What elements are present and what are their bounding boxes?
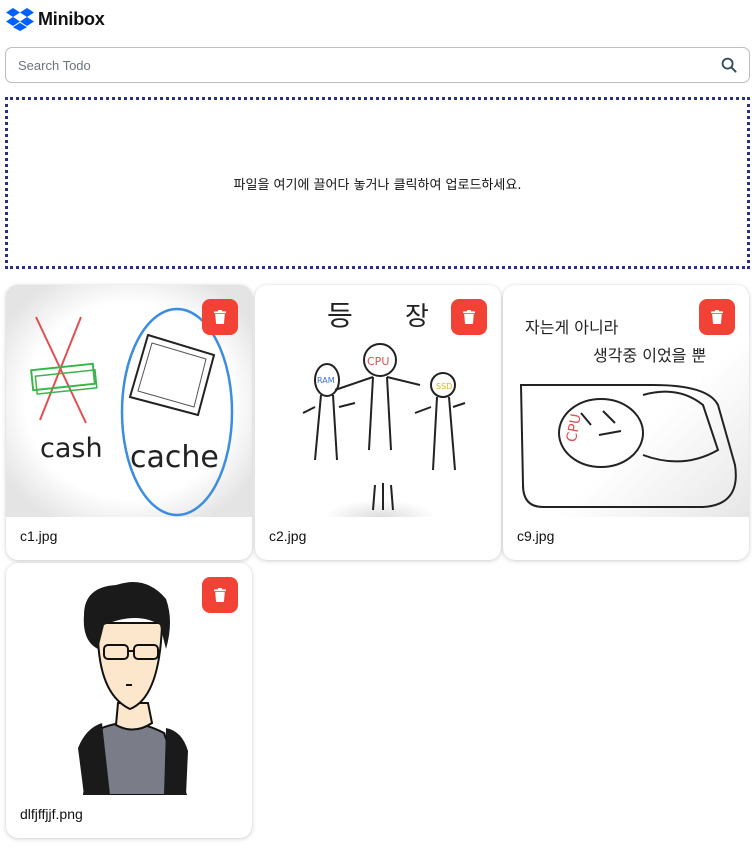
thumbnail-label: cache: [130, 440, 219, 475]
file-dropzone[interactable]: 파일을 여기에 끌어다 놓거나 클릭하여 업로드하세요.: [5, 97, 750, 269]
thumbnail-label: 자는게 아니라: [525, 318, 619, 337]
file-name: c9.jpg: [517, 528, 555, 544]
delete-button[interactable]: [202, 299, 238, 335]
thumbnail-label: CPU: [367, 355, 389, 368]
file-card[interactable]: cash cache c1.jpg: [6, 285, 252, 560]
thumbnail-label: 등: [327, 299, 353, 332]
thumbnail-label: RAM: [317, 376, 335, 385]
trash-icon: [214, 310, 226, 324]
search-bar: [5, 47, 750, 83]
trash-icon: [463, 310, 475, 324]
app-title: Minibox: [38, 8, 105, 29]
file-name: c2.jpg: [269, 528, 307, 544]
dropzone-text: 파일을 여기에 끌어다 놓거나 클릭하여 업로드하세요.: [233, 177, 522, 193]
delete-button[interactable]: [699, 299, 735, 335]
search-icon[interactable]: [721, 57, 737, 73]
search-input[interactable]: [6, 48, 749, 82]
file-name: c1.jpg: [20, 528, 58, 544]
thumbnail-label: SSD: [436, 382, 452, 391]
delete-button[interactable]: [451, 299, 487, 335]
thumbnail-label: 장: [405, 302, 429, 332]
thumbnail-label: 생각중 이었을 뿐: [593, 346, 706, 365]
file-name: dlfjffjjf.png: [20, 806, 83, 822]
header: Minibox: [6, 6, 105, 32]
file-card[interactable]: 등 장 CPU RAM SSD c2.jpg: [255, 285, 501, 560]
trash-icon: [711, 310, 723, 324]
thumbnail-label: cash: [40, 433, 103, 464]
file-card[interactable]: dlfjffjjf.png: [6, 563, 252, 838]
delete-button[interactable]: [202, 577, 238, 613]
file-card[interactable]: 자는게 아니라 생각중 이었을 뿐 CPU c9.jpg: [503, 285, 749, 560]
dropbox-logo-icon[interactable]: [6, 7, 34, 31]
trash-icon: [214, 588, 226, 602]
